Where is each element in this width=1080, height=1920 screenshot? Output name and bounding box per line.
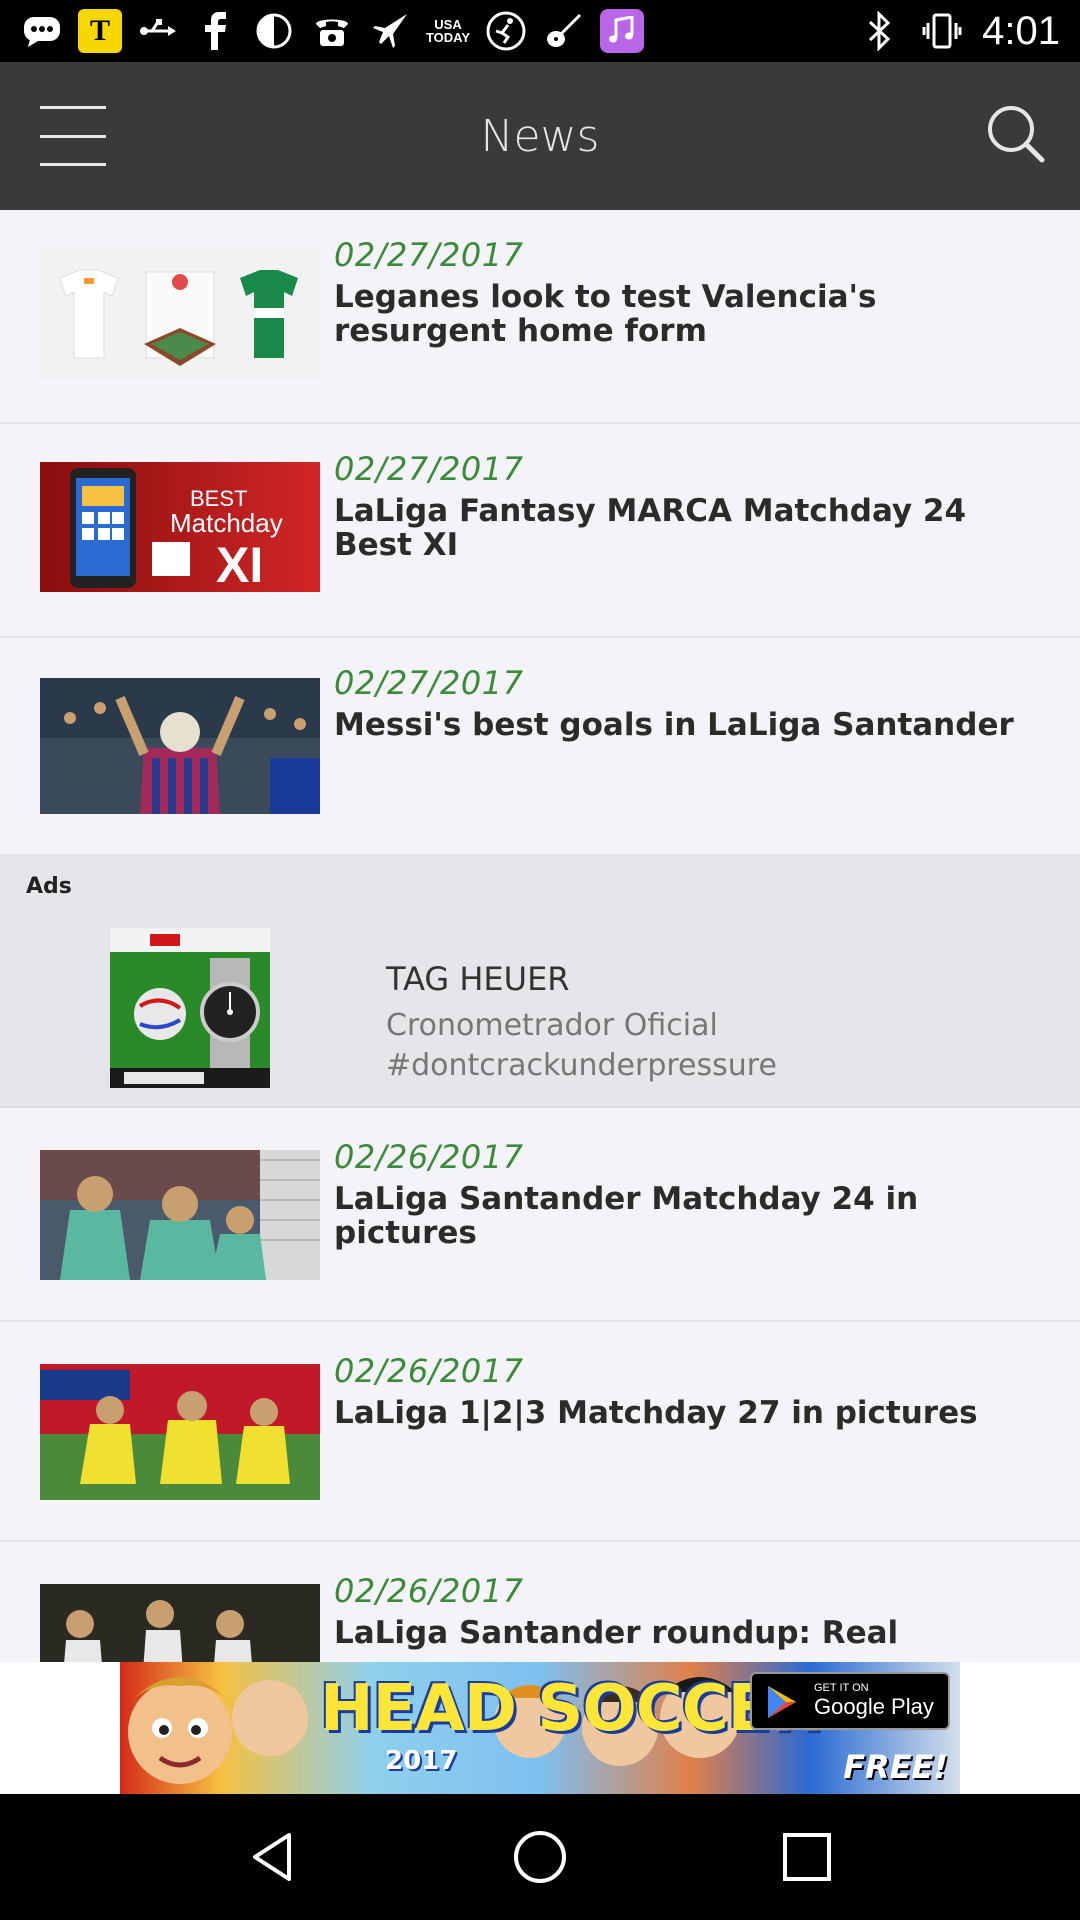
news-title: LaLiga Santander roundup: Real: [334, 1615, 899, 1651]
news-thumbnail: [40, 678, 320, 814]
ads-label: Ads: [26, 874, 72, 899]
t-app-label: T: [89, 14, 110, 47]
soccer-player-icon: [484, 9, 528, 53]
news-item[interactable]: 02/26/2017 LaLiga Santander Matchday 24 …: [0, 1108, 1080, 1322]
google-play-big-text: Google Play: [814, 1694, 934, 1719]
search-icon: [988, 106, 1045, 163]
google-play-icon: [768, 1686, 796, 1718]
menu-icon-line: [40, 163, 106, 166]
news-date: 02/26/2017: [334, 1352, 524, 1390]
menu-icon-line: [40, 106, 106, 109]
google-play-badge[interactable]: GET IT ON Google Play: [750, 1672, 950, 1730]
svg-text:XI: XI: [216, 537, 263, 592]
menu-button[interactable]: [40, 106, 106, 166]
t-app-icon: T: [78, 9, 122, 53]
news-thumbnail: [40, 1364, 320, 1500]
bluetooth-icon: [858, 9, 902, 53]
news-thumbnail: [40, 1150, 320, 1280]
news-title: LaLiga Fantasy MARCA Matchday 24 Best XI: [334, 493, 967, 563]
system-status: 4:01: [858, 9, 1060, 54]
news-date: 02/26/2017: [334, 1138, 524, 1176]
svg-text:Matchday: Matchday: [170, 508, 283, 538]
guitar-icon: [542, 9, 586, 53]
page-title: News: [480, 110, 600, 162]
news-item[interactable]: 02/26/2017 LaLiga 1|2|3 Matchday 27 in p…: [0, 1322, 1080, 1542]
ad-description: Cronometrador Oficial #dontcrackunderpre…: [386, 1008, 777, 1083]
google-play-small-text: GET IT ON: [814, 1682, 869, 1694]
news-thumbnail: [40, 248, 320, 378]
recents-icon: [782, 1833, 831, 1881]
usa-today-label: USA TODAY: [425, 17, 471, 45]
telephone-icon: [310, 9, 354, 53]
usb-icon: [136, 9, 180, 53]
usa-today-icon: USA TODAY: [426, 9, 470, 53]
vibrate-icon: [920, 9, 964, 53]
banner-cta: FREE!: [843, 1748, 948, 1786]
half-moon-icon: [252, 9, 296, 53]
facebook-icon: [194, 9, 238, 53]
back-icon: [253, 1833, 292, 1881]
news-thumbnail: [40, 1584, 320, 1662]
plane-icon: [368, 9, 412, 53]
ad-block[interactable]: Ads TAG HEUER Cronometrador Oficial #don…: [0, 856, 1080, 1108]
news-date: 02/26/2017: [334, 1572, 524, 1610]
news-item[interactable]: 02/27/2017 Messi's best goals in LaLiga …: [0, 638, 1080, 856]
ad-brand: TAG HEUER: [386, 960, 570, 998]
clock: 4:01: [982, 8, 1060, 53]
system-navigation-bar: [0, 1794, 1080, 1920]
recents-button[interactable]: [777, 1827, 837, 1887]
banner-year: 2017: [385, 1746, 458, 1776]
home-icon: [513, 1831, 566, 1883]
news-item[interactable]: 02/26/2017 LaLiga Santander roundup: Rea…: [0, 1542, 1080, 1662]
news-item[interactable]: 02/27/2017 Leganes look to test Valencia…: [0, 210, 1080, 424]
news-date: 02/27/2017: [334, 236, 524, 274]
banner-ad-area: HEAD SOCCER 2017 GET IT ON Google Play F…: [0, 1662, 1080, 1794]
news-item[interactable]: BEST Matchday XI 02/27/2017 LaLiga Fanta…: [0, 424, 1080, 638]
chat-icon: [20, 9, 64, 53]
status-bar: T USA TODAY 4:01: [0, 0, 1080, 62]
banner-title: HEAD SOCCER: [320, 1672, 820, 1746]
news-title: LaLiga Santander Matchday 24 in pictures: [334, 1181, 919, 1251]
app-bar: News: [0, 62, 1080, 210]
notification-icons: T USA TODAY: [20, 9, 644, 53]
news-list: 02/27/2017 Leganes look to test Valencia…: [0, 210, 1080, 1662]
back-button[interactable]: [243, 1827, 303, 1887]
news-date: 02/27/2017: [334, 664, 524, 702]
search-button[interactable]: [984, 102, 1048, 166]
menu-icon-line: [40, 134, 106, 138]
music-app-icon: [600, 9, 644, 53]
news-title: LaLiga 1|2|3 Matchday 27 in pictures: [334, 1395, 978, 1431]
home-button[interactable]: [510, 1827, 570, 1887]
news-title: Leganes look to test Valencia's resurgen…: [334, 279, 877, 349]
news-thumbnail: BEST Matchday XI: [40, 462, 320, 592]
banner-ad[interactable]: HEAD SOCCER 2017 GET IT ON Google Play F…: [120, 1662, 960, 1794]
news-title: Messi's best goals in LaLiga Santander: [334, 707, 1014, 743]
ad-thumbnail: [110, 928, 270, 1088]
news-date: 02/27/2017: [334, 450, 524, 488]
